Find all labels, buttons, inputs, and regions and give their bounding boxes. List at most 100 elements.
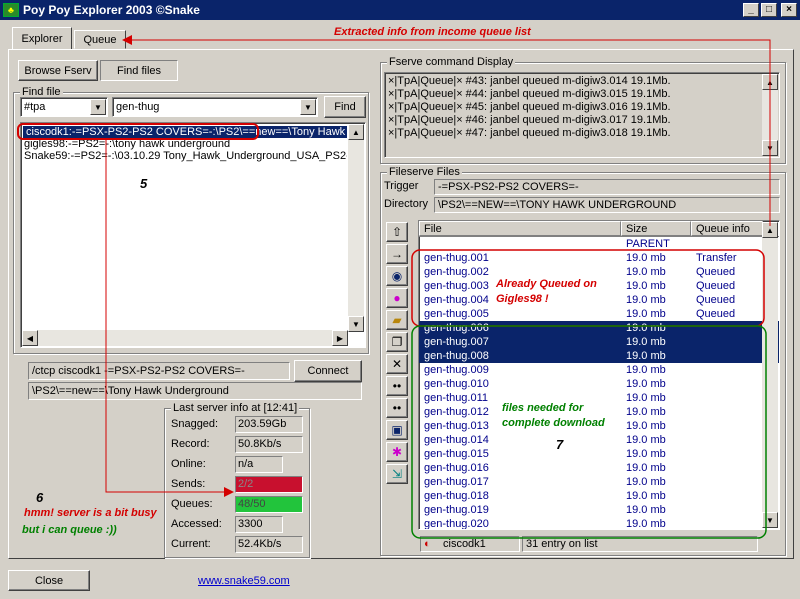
table-row[interactable]: gen-thug.018 19.0 mb: [419, 489, 779, 503]
table-row[interactable]: gen-thug.014 19.0 mb: [419, 433, 779, 447]
scroll-down-icon[interactable]: ▼: [348, 316, 364, 332]
table-row[interactable]: gen-thug.004 19.0 mb Queued: [419, 293, 779, 307]
trigger-field[interactable]: -=PSX-PS2-PS2 COVERS=-: [434, 179, 780, 195]
server-info-group: Last server info at [12:41] Snagged: 203…: [164, 402, 310, 558]
results-list[interactable]: ciscodk1:-=PSX-PS2-PS2 COVERS=-:\PS2\==n…: [20, 122, 366, 348]
cell-queue: [691, 517, 761, 529]
fserve-log[interactable]: ×|TpA|Queue|× #43: janbel queued m-digiw…: [384, 72, 780, 158]
directory-field[interactable]: \PS2\==NEW==\TONY HAWK UNDERGROUND: [434, 197, 780, 213]
table-row[interactable]: gen-thug.008 19.0 mb: [419, 349, 779, 363]
tab-queue-label: Queue: [83, 33, 117, 46]
cell-queue: [691, 349, 761, 363]
minimize-button[interactable]: _: [743, 3, 759, 17]
scroll-down-icon[interactable]: ▼: [762, 512, 778, 528]
arrow-right-icon[interactable]: →: [386, 244, 408, 264]
close-window-button[interactable]: ×: [781, 3, 797, 17]
cell-queue: Queued: [696, 280, 736, 292]
tab-queue[interactable]: Queue: [74, 30, 126, 49]
disc-icon[interactable]: ●: [386, 288, 408, 308]
scroll-down-icon[interactable]: ▼: [762, 140, 778, 156]
table-row[interactable]: gen-thug.020 19.0 mb: [419, 517, 779, 529]
ellipsis-alt-icon[interactable]: ••: [386, 398, 408, 418]
col-queue-info[interactable]: Queue info: [691, 221, 763, 236]
window-icon[interactable]: ▣: [386, 420, 408, 440]
table-row[interactable]: gen-thug.009 19.0 mb: [419, 363, 779, 377]
list-item[interactable]: ciscodk1:-=PSX-PS2-PS2 COVERS=-:\PS2\==n…: [23, 126, 347, 138]
cell-size: 19.0 mb: [626, 434, 666, 446]
cell-file: gen-thug.001: [424, 252, 489, 264]
table-row[interactable]: gen-thug.003 19.0 mb Queued: [419, 279, 779, 293]
annotation-needed-2: complete download: [502, 417, 605, 429]
results-scrollbar[interactable]: ▲ ▼: [348, 124, 364, 332]
cell-queue: [691, 503, 761, 517]
table-row[interactable]: gen-thug.006 19.0 mb: [419, 321, 779, 335]
annotation-six: 6: [36, 490, 44, 505]
table-row[interactable]: gen-thug.016 19.0 mb: [419, 461, 779, 475]
chevron-down-icon[interactable]: ▼: [300, 99, 316, 115]
cell-file: gen-thug.006: [424, 322, 489, 334]
search-query-input[interactable]: gen-thug ▼: [112, 97, 318, 117]
files-scrollbar[interactable]: ▲ ▼: [762, 222, 778, 528]
path-field[interactable]: \PS2\==new==\Tony Hawk Underground: [28, 382, 362, 400]
connect-button[interactable]: Connect: [294, 360, 362, 382]
cell-file: gen-thug.007: [424, 336, 489, 348]
col-size[interactable]: Size: [621, 221, 691, 236]
browse-fserv-tab[interactable]: Browse Fserv: [18, 60, 98, 81]
find-files-label: Find files: [116, 64, 162, 77]
scroll-right-icon[interactable]: ▶: [332, 330, 348, 346]
exit-icon[interactable]: ⇲: [386, 464, 408, 484]
delete-icon[interactable]: ✕: [386, 354, 408, 374]
scroll-left-icon[interactable]: ◀: [22, 330, 38, 346]
table-row[interactable]: gen-thug.011 19.0 mb: [419, 391, 779, 405]
log-line: ×|TpA|Queue|× #45: janbel queued m-digiw…: [388, 101, 671, 113]
queues-label: Queues:: [171, 498, 213, 510]
star-icon[interactable]: ✱: [386, 442, 408, 462]
table-row[interactable]: gen-thug.001 19.0 mb Transfer: [419, 251, 779, 265]
close-button[interactable]: Close: [8, 570, 90, 591]
table-row[interactable]: gen-thug.019 19.0 mb: [419, 503, 779, 517]
log-scrollbar[interactable]: ▲ ▼: [762, 74, 778, 156]
ellipsis-icon[interactable]: ••: [386, 376, 408, 396]
fserve-display-label: Fserve command Display: [387, 56, 516, 68]
table-row[interactable]: PARENT: [419, 237, 779, 251]
cell-size: 19.0 mb: [626, 364, 666, 376]
maximize-button[interactable]: □: [761, 3, 777, 17]
website-link[interactable]: www.snake59.com: [198, 575, 290, 587]
cell-size: 19.0 mb: [626, 406, 666, 418]
channel-select[interactable]: #tpa ▼: [20, 97, 108, 117]
sends-value: 2/2: [235, 476, 303, 493]
trigger-label: Trigger: [384, 180, 419, 192]
table-row[interactable]: gen-thug.007 19.0 mb: [419, 335, 779, 349]
ctcp-field[interactable]: /ctcp ciscodk1 -=PSX-PS2-PS2 COVERS=-: [28, 362, 290, 380]
status-count: 31 entry on list: [522, 536, 758, 552]
table-row[interactable]: gen-thug.015 19.0 mb: [419, 447, 779, 461]
chevron-down-icon[interactable]: ▼: [90, 99, 106, 115]
files-table[interactable]: File Size Queue info PARENT gen-thug.001 1…: [418, 220, 780, 530]
record-label: Record:: [171, 438, 210, 450]
current-value: 52.4Kb/s: [235, 536, 303, 553]
annotation-needed-1: files needed for: [502, 402, 584, 414]
up-folder-icon[interactable]: ⇧: [386, 222, 408, 242]
find-files-tab[interactable]: Find files: [100, 60, 178, 81]
cell-size: 19.0 mb: [626, 420, 666, 432]
table-row[interactable]: gen-thug.002 19.0 mb Queued: [419, 265, 779, 279]
eye-icon[interactable]: ◉: [386, 266, 408, 286]
table-row[interactable]: gen-thug.005 19.0 mb Queued: [419, 307, 779, 321]
copy-icon[interactable]: ❐: [386, 332, 408, 352]
cell-size: 19.0 mb: [626, 308, 666, 320]
list-item[interactable]: Snake59:-=PS2=-:\03.10.29 Tony_Hawk_Unde…: [21, 150, 347, 162]
fileserve-files-label: Fileserve Files: [387, 166, 462, 178]
scroll-up-icon[interactable]: ▲: [762, 74, 778, 90]
folder-icon[interactable]: ▰: [386, 310, 408, 330]
scroll-up-icon[interactable]: ▲: [348, 124, 364, 140]
list-item[interactable]: gigles98:-=PS2=-:\tony hawk underground: [21, 138, 347, 150]
cell-queue: [691, 321, 761, 335]
results-hscrollbar[interactable]: ◀ ▶: [22, 330, 348, 346]
table-row[interactable]: gen-thug.017 19.0 mb: [419, 475, 779, 489]
scroll-up-icon[interactable]: ▲: [762, 222, 778, 238]
tab-explorer[interactable]: Explorer: [12, 27, 72, 49]
table-row[interactable]: gen-thug.010 19.0 mb: [419, 377, 779, 391]
cell-file: gen-thug.008: [424, 350, 489, 362]
col-file[interactable]: File: [419, 221, 621, 236]
find-button[interactable]: Find: [324, 96, 366, 118]
